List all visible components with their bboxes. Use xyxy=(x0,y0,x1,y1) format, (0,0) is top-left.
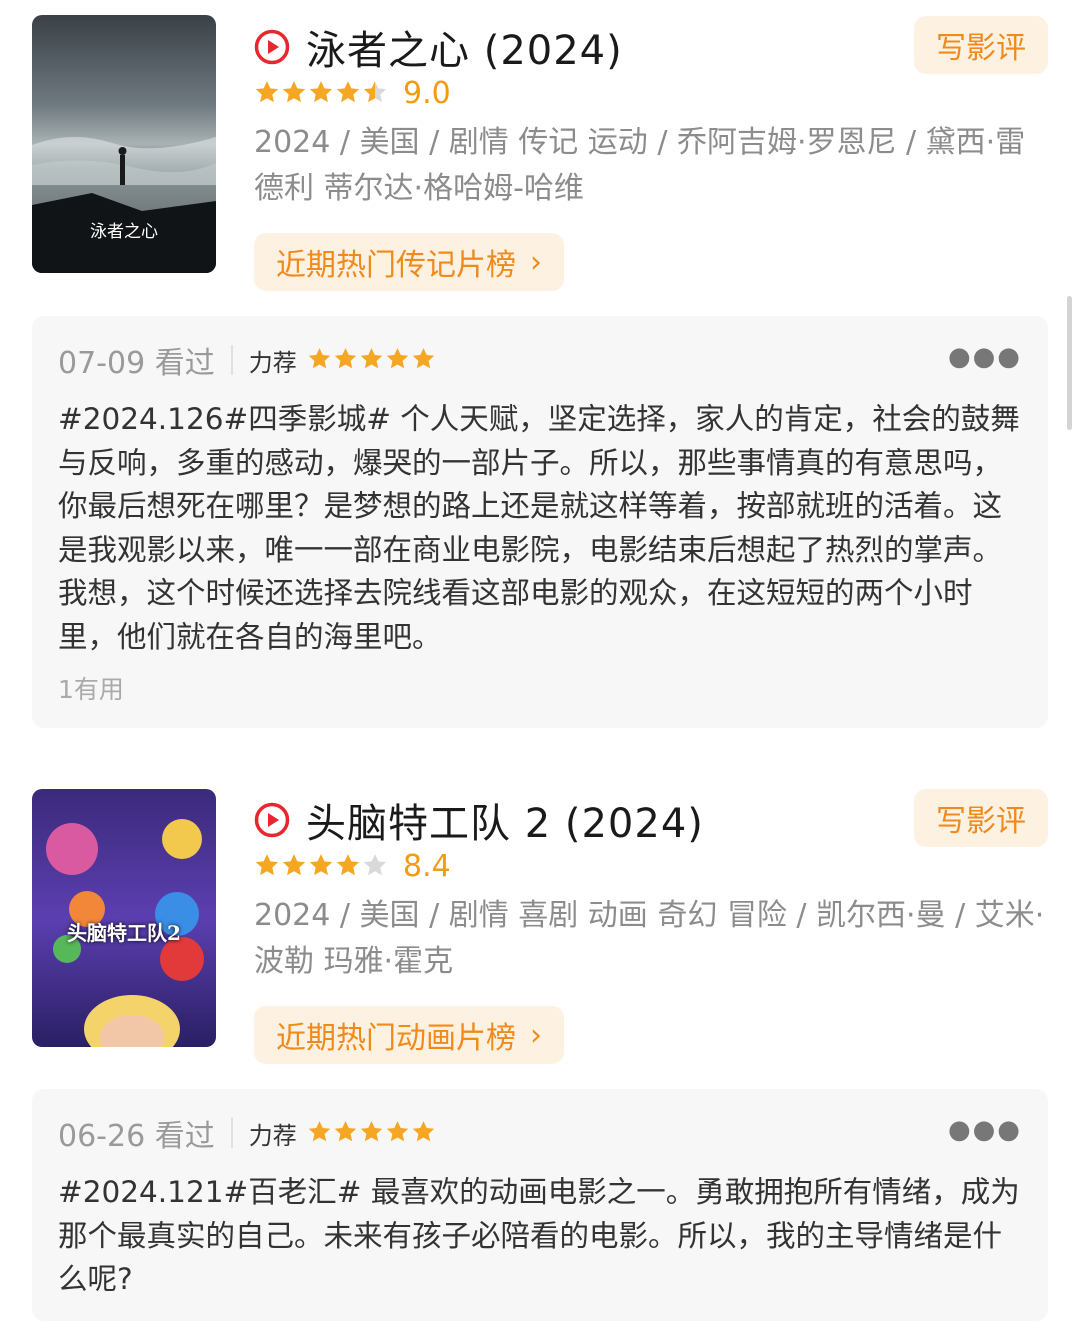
review-star-rating xyxy=(307,346,437,375)
rating-score: 8.4 xyxy=(403,849,451,884)
star-icon xyxy=(281,79,308,109)
star-icon xyxy=(333,1119,359,1148)
star-icon xyxy=(308,852,335,882)
recommend-label: 力荐 xyxy=(248,1121,297,1150)
movie-poster[interactable]: 泳者之心 xyxy=(32,15,216,273)
star-rating xyxy=(254,852,389,882)
recommend-label: 力荐 xyxy=(248,348,297,377)
review-text: #2024.126#四季影城# 个人天赋，坚定选择，家人的肯定，社会的鼓舞与反响… xyxy=(58,402,1020,654)
star-rating xyxy=(254,79,389,109)
movie-title-row[interactable]: 头脑特工队 2 (2024) xyxy=(254,791,704,849)
poster-caption: 头脑特工队2 xyxy=(67,921,181,945)
movie-title[interactable]: 头脑特工队 2 (2024) xyxy=(306,791,704,849)
star-icon xyxy=(411,346,437,375)
star-icon xyxy=(385,1119,411,1148)
movie-meta: 2024 / 美国 / 剧情 喜剧 动画 奇幻 冒险 / 凯尔西·曼 / 艾米·… xyxy=(254,898,1045,979)
review-header: 06-26 看过 力荐 xyxy=(58,1111,437,1155)
write-review-button[interactable]: 写影评 xyxy=(914,789,1048,847)
star-icon xyxy=(385,346,411,375)
star-icon xyxy=(254,852,281,882)
play-icon xyxy=(254,29,290,65)
star-icon xyxy=(335,852,362,882)
star-icon xyxy=(359,1119,385,1148)
movie-poster[interactable]: 头脑特工队2 xyxy=(32,789,216,1047)
review-card-2[interactable]: 06-26 看过 力荐 ●●● #2024.121#百老汇# 最喜欢的动画电影之… xyxy=(32,1089,1048,1321)
star-icon xyxy=(281,852,308,882)
play-icon xyxy=(254,802,290,838)
rating-row: 9.0 xyxy=(254,76,451,111)
watch-date: 06-26 看过 xyxy=(58,1119,215,1154)
chevron-right-icon: › xyxy=(530,1017,542,1053)
review-header: 07-09 看过 力荐 xyxy=(58,338,437,382)
star-icon xyxy=(359,346,385,375)
more-options-icon[interactable]: ●●● xyxy=(948,342,1022,372)
rank-list-label: 近期热门传记片榜 xyxy=(276,248,516,283)
write-review-button[interactable]: 写影评 xyxy=(914,16,1048,74)
rating-score: 9.0 xyxy=(403,76,451,111)
rank-list-button[interactable]: 近期热门传记片榜 › xyxy=(254,233,564,291)
star-icon xyxy=(362,79,389,109)
more-options-icon[interactable]: ●●● xyxy=(948,1115,1022,1145)
rating-row: 8.4 xyxy=(254,849,451,884)
poster-caption: 泳者之心 xyxy=(90,222,158,242)
divider xyxy=(230,345,233,375)
chevron-right-icon: › xyxy=(530,244,542,280)
movie-title-row[interactable]: 泳者之心 (2024) xyxy=(254,18,623,76)
review-text: #2024.121#百老汇# 最喜欢的动画电影之一。勇敢拥抱所有情绪，成为那个最… xyxy=(58,1175,1020,1296)
scrollbar[interactable] xyxy=(1067,296,1072,430)
review-card-1[interactable]: 07-09 看过 力荐 ●●● #2024.126#四季影城# 个人天赋，坚定选… xyxy=(32,316,1048,728)
star-icon xyxy=(308,79,335,109)
rank-list-label: 近期热门动画片榜 xyxy=(276,1021,516,1056)
star-icon xyxy=(254,79,281,109)
useful-count[interactable]: 1有用 xyxy=(58,670,124,706)
star-icon xyxy=(362,852,389,882)
star-icon xyxy=(411,1119,437,1148)
movie-title[interactable]: 泳者之心 (2024) xyxy=(306,18,623,76)
review-star-rating xyxy=(307,1119,437,1148)
movie-meta: 2024 / 美国 / 剧情 传记 运动 / 乔阿吉姆·罗恩尼 / 黛西·雷德利… xyxy=(254,125,1026,206)
star-icon xyxy=(335,79,362,109)
rank-list-button[interactable]: 近期热门动画片榜 › xyxy=(254,1006,564,1064)
star-icon xyxy=(307,346,333,375)
divider xyxy=(230,1118,233,1148)
star-icon xyxy=(307,1119,333,1148)
watch-date: 07-09 看过 xyxy=(58,346,215,381)
star-icon xyxy=(333,346,359,375)
